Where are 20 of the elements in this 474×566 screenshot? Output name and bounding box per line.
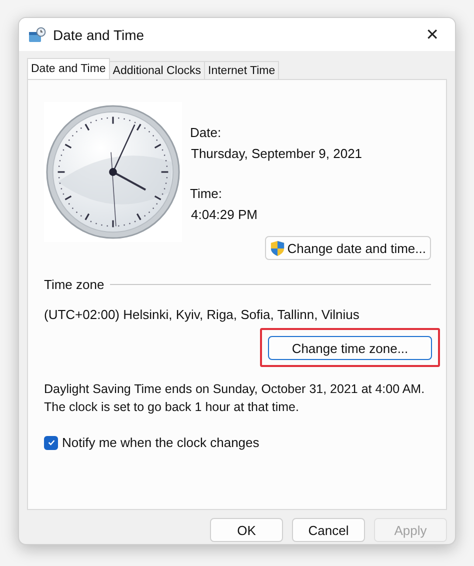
dst-note: Daylight Saving Time ends on Sunday, October 31, 2021 at 4:00 AM. (44, 382, 426, 396)
close-button[interactable]: ✕ (420, 25, 445, 44)
dialog-button[interactable]: OK (210, 518, 283, 542)
change-date-button[interactable]: Change date and time... (265, 236, 431, 260)
tab[interactable]: Date and Time (27, 58, 110, 79)
date-value: Thursday, September 9, 2021 (191, 146, 362, 161)
date-label: Date: (190, 125, 222, 140)
time-label: Time: (190, 186, 224, 201)
time-value: 4:04:29 PM (191, 207, 258, 222)
dialog-button[interactable]: Cancel (292, 518, 365, 542)
notify-label: Notify me when the clock changes (62, 435, 260, 450)
dst-note: The clock is set to go back 1 hour at that time. (44, 400, 300, 414)
change-time-zone-button[interactable]: Change time zone... (268, 336, 432, 360)
window-title: Date and Time (53, 26, 146, 42)
notify-checkbox[interactable] (44, 436, 58, 450)
calendar-clock-icon (28, 26, 46, 42)
time-zone-heading: Time zone (44, 277, 104, 292)
check-icon (46, 438, 56, 447)
tab[interactable]: Internet Time (204, 61, 280, 79)
time-zone-value: (UTC+02:00) Helsinki, Kyiv, Riga, Sofia, Tallinn, Vilnius (44, 307, 360, 322)
